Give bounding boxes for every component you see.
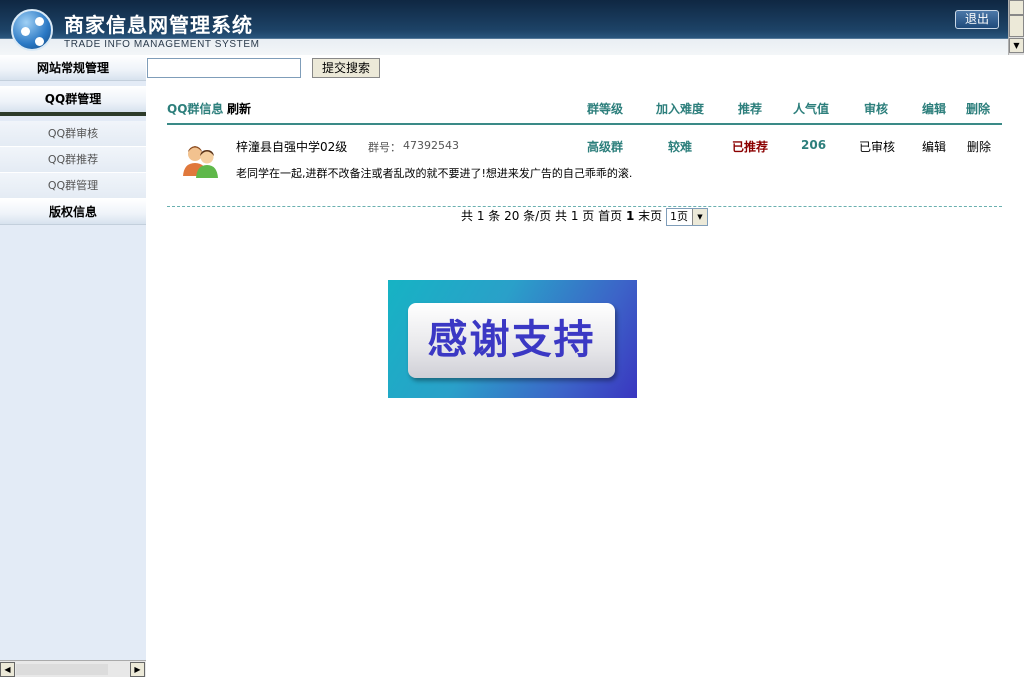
- sidebar-item-qq-recommend[interactable]: QQ群推荐: [0, 147, 146, 173]
- sidebar-item-qq-review[interactable]: QQ群审核: [0, 121, 146, 147]
- page-select-value: 1页: [669, 209, 688, 223]
- scroll-up-icon[interactable]: [1009, 0, 1024, 15]
- scroll-left-icon[interactable]: ◀: [0, 662, 15, 677]
- group-level: 高级群: [587, 140, 624, 154]
- user-group-icon: [183, 146, 218, 178]
- logout-button[interactable]: 退出: [955, 10, 999, 29]
- header-edit: 编辑: [922, 102, 947, 116]
- sidebar-item-qq-manage[interactable]: QQ群管理: [0, 173, 146, 199]
- page-select[interactable]: 1页 ▼: [665, 207, 708, 226]
- sidebar-site-admin[interactable]: 网站常规管理: [0, 55, 146, 81]
- edit-link[interactable]: 编辑: [922, 138, 946, 155]
- header-scrollbar[interactable]: ▼: [1008, 0, 1024, 55]
- group-number-label: 群号：: [368, 141, 401, 154]
- scroll-down-icon[interactable]: ▼: [1009, 38, 1024, 53]
- pagination: 共 1 条 20 条/页 共 1 页 首页 1 末页 1页 ▼: [167, 207, 1002, 226]
- group-description: 老同学在一起,进群不改备注或者乱改的就不要进了!想进来发广告的自己乖乖的滚.: [236, 167, 633, 180]
- pager-last-link[interactable]: 末页: [638, 209, 662, 223]
- review-status[interactable]: 已审核: [859, 138, 895, 155]
- header-level: 群等级: [587, 102, 624, 116]
- qq-group-list: QQ群信息 刷新 群等级 加入难度 推荐 人气值 审核 编辑 删除 梓潼县自强中…: [167, 95, 1002, 226]
- sidebar-copyright[interactable]: 版权信息: [0, 199, 146, 225]
- header-review: 审核: [864, 102, 889, 116]
- header-popularity: 人气值: [793, 102, 830, 116]
- thanks-banner-text: 感谢支持: [427, 317, 596, 363]
- scroll-thumb[interactable]: [1009, 15, 1024, 37]
- thanks-banner: 感谢支持: [388, 280, 637, 398]
- recommend-status[interactable]: 已推荐: [732, 138, 768, 155]
- pager-summary: 共 1 条 20 条/页 共 1 页 首页: [461, 209, 623, 223]
- header-info: QQ群信息: [167, 102, 224, 116]
- header-delete: 删除: [966, 102, 991, 116]
- list-header: QQ群信息 刷新 群等级 加入难度 推荐 人气值 审核 编辑 删除: [167, 95, 1002, 125]
- search-submit-button[interactable]: 提交搜索: [312, 58, 380, 78]
- group-popularity: 206: [801, 138, 827, 152]
- app-title: 商家信息网管理系统: [64, 13, 253, 37]
- logo-icon: [11, 9, 53, 51]
- refresh-link[interactable]: 刷新: [227, 100, 251, 117]
- chevron-down-icon[interactable]: ▼: [691, 208, 707, 225]
- header-difficulty: 加入难度: [656, 102, 705, 116]
- group-difficulty: 较难: [668, 140, 693, 154]
- delete-link[interactable]: 删除: [967, 138, 991, 155]
- thanks-banner-button: 感谢支持: [408, 303, 615, 378]
- sidebar-scrollbar[interactable]: ◀ ▶: [0, 660, 146, 677]
- sidebar: 网站常规管理 QQ群管理 QQ群审核 QQ群推荐 QQ群管理 版权信息: [0, 55, 146, 677]
- pager-current: 1: [625, 209, 635, 223]
- app-header: 商家信息网管理系统 TRADE INFO MANAGEMENT SYSTEM 退…: [0, 0, 1008, 55]
- header-recommend: 推荐: [738, 102, 763, 116]
- sidebar-qq-group-admin[interactable]: QQ群管理: [0, 86, 146, 116]
- scroll-track[interactable]: [16, 664, 108, 675]
- group-number: 47392543: [403, 139, 459, 152]
- scroll-right-icon[interactable]: ▶: [130, 662, 145, 677]
- search-input[interactable]: [147, 58, 301, 78]
- app-subtitle: TRADE INFO MANAGEMENT SYSTEM: [64, 39, 260, 50]
- table-row: 梓潼县自强中学02级 群号： 47392543 老同学在一起,进群不改备注或者乱…: [167, 125, 1002, 207]
- group-name: 梓潼县自强中学02级: [236, 140, 348, 154]
